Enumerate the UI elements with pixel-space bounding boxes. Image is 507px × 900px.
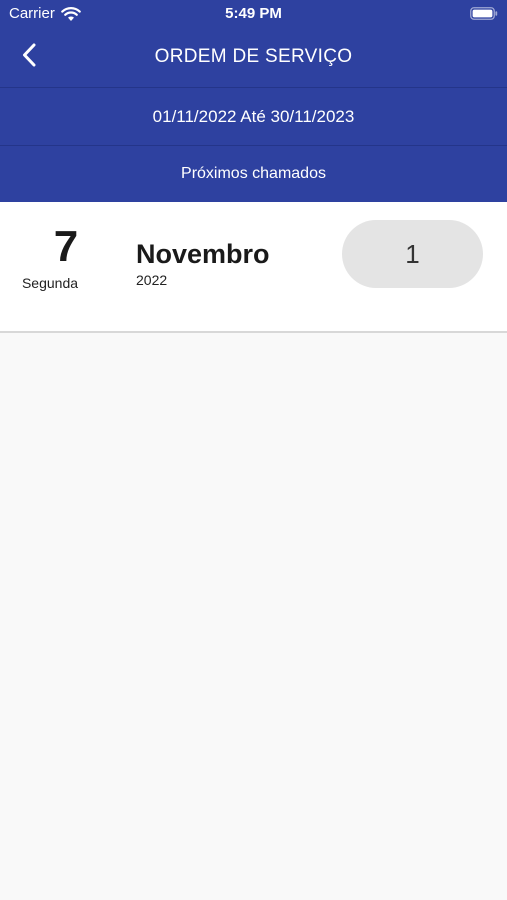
count-badge: 1 [342,220,483,288]
screen: Carrier 5:49 PM ORDEM DE SERVIÇO 01/11/2… [0,0,507,900]
battery-icon [470,7,498,20]
appointments-list: 7 Segunda Novembro 2022 1 [0,202,507,333]
year-label: 2022 [136,272,168,288]
weekday-label: Segunda [21,275,79,291]
section-header: Próximos chamados [0,146,507,202]
status-time: 5:49 PM [225,5,282,22]
list-item[interactable]: 7 Segunda Novembro 2022 1 [0,202,507,333]
date-range-filter[interactable]: 01/11/2022 Até 30/11/2023 [0,87,507,146]
month-label: Novembro [136,239,270,269]
nav-bar: ORDEM DE SERVIÇO [0,28,507,87]
page-title: ORDEM DE SERVIÇO [154,46,353,67]
status-bar: Carrier 5:49 PM [0,0,507,28]
day-number: 7 [53,222,79,271]
